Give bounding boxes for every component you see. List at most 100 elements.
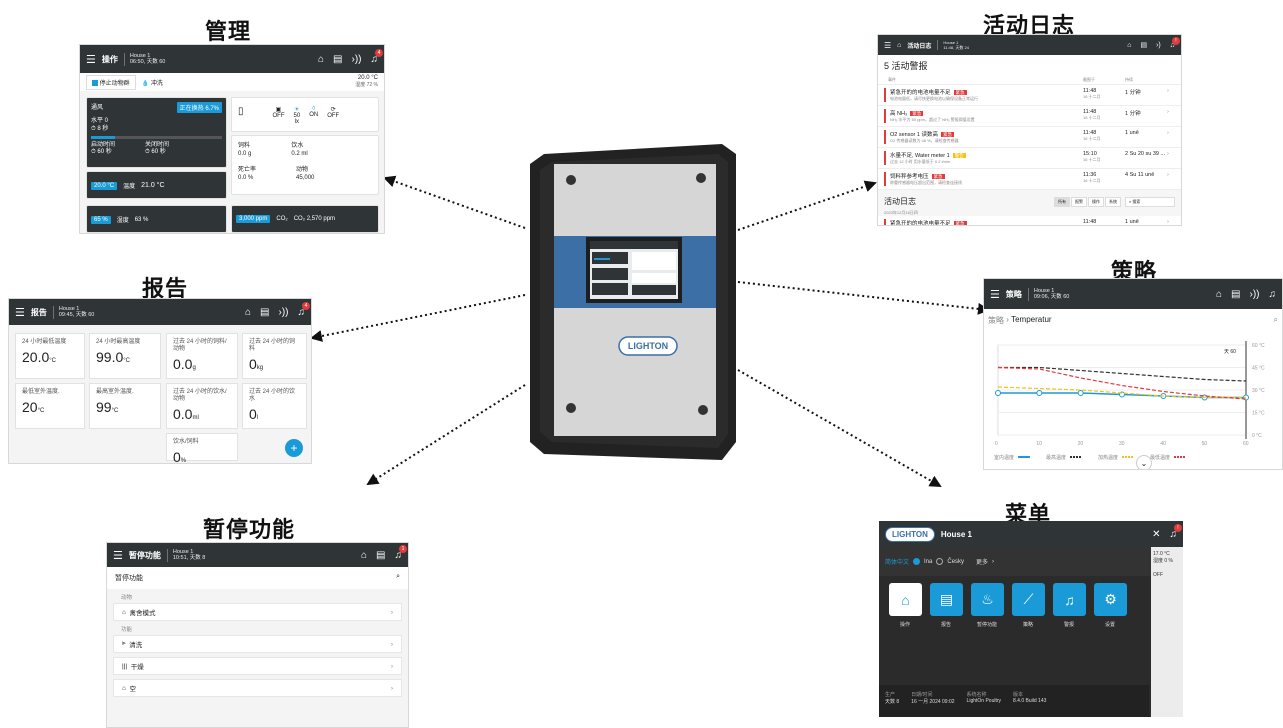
report-icon[interactable]: ▤: [260, 307, 269, 318]
menu-tile[interactable]: ⌂: [889, 583, 922, 616]
menu-tile[interactable]: ▤: [930, 583, 963, 616]
report-card[interactable]: 最高室外温度. 99°C: [89, 383, 161, 429]
search-icon[interactable]: ⌕: [396, 573, 400, 583]
bell-icon[interactable]: ♫ 4: [298, 301, 310, 318]
list-item-dry[interactable]: ||| 干燥 ›: [113, 657, 402, 675]
vent-badge: 正在换热 6.7%: [176, 102, 222, 113]
stop-flock-label: 停止动物群: [99, 80, 130, 87]
report-icon[interactable]: ▤: [1231, 289, 1240, 300]
side-hum: 湿度 0 %: [1153, 558, 1174, 564]
report-card-value: 0.0ml: [167, 403, 237, 425]
temperature-card[interactable]: 20.0 °C 温度 21.0 °C: [86, 171, 227, 199]
filter-tab[interactable]: 操作: [1088, 196, 1104, 207]
alarm-duration: 1 uně: [1125, 130, 1139, 136]
menu-tile[interactable]: ⚙: [1094, 583, 1127, 616]
ventilation-card[interactable]: 通风 正在换热 6.7% 水平 0 ⏱ 8 秒 启动时间 ⏱ 60 秒关闭时间 ⏱ 60…: [86, 97, 227, 168]
close-icon[interactable]: ✕: [1152, 529, 1160, 540]
chevron-right-icon: ›: [1167, 88, 1169, 94]
log-house-info: House 1 11:48, 天数 24: [937, 40, 969, 50]
signal-icon[interactable]: ›)): [352, 54, 362, 65]
radio-ina[interactable]: [913, 558, 921, 565]
stop-flock-button[interactable]: 停止动物群: [86, 74, 136, 90]
log-tag: 紧急: [953, 221, 967, 226]
chevron-right-icon: ›: [390, 662, 393, 670]
feed-value: 0.0 g: [238, 151, 252, 157]
home-icon[interactable]: ⌂: [361, 550, 367, 561]
menu-tile[interactable]: ♫: [1053, 583, 1086, 616]
report-card[interactable]: 24 小时最低温度 20.0°C: [15, 333, 85, 379]
expand-chevron-button[interactable]: ⌄: [1136, 455, 1152, 469]
menu-house: House 1: [940, 529, 972, 539]
alarm-row[interactable]: 紧急开的的电池电量不足 紧急 电池电量低，请尽快更换电池以确保设备正常运行 11:48…: [878, 85, 1181, 106]
bell-icon[interactable]: ♫ 1: [395, 544, 407, 561]
list-item-wash[interactable]: ⫸ 清洗 ›: [113, 635, 402, 653]
alarm-row[interactable]: 高 NH₃ 紧急 NH₃ 水平为 50 ppm，超过了 NH₃ 警报阈值设置 11:4…: [878, 106, 1181, 127]
bell-icon[interactable]: ♫ 4: [371, 48, 383, 65]
arrow-to-strategy: [737, 281, 990, 315]
alarm-row[interactable]: 饲料秤参考电压 紧急 称重传感器电压超出范围，请检查连接线 11:36 16 十二月 4 …: [878, 169, 1181, 190]
home-icon[interactable]: ⌂: [1216, 289, 1222, 300]
breadcrumb-root[interactable]: 策略: [988, 315, 1004, 326]
search-icon[interactable]: ⌕: [1274, 315, 1278, 326]
report-card[interactable]: 24 小时最高温度 99.0°C: [89, 333, 161, 379]
alarm-desc: 过去 12 小时 用水量低于 0.2 l/min: [890, 159, 951, 164]
col-time: 截图于: [1083, 77, 1095, 82]
signal-icon[interactable]: ›): [1156, 42, 1161, 49]
alarm-row[interactable]: 水量不足, Water meter 1 警告 过去 12 小时 用水量低于 0.2 …: [878, 148, 1181, 169]
log-search-input[interactable]: ⌕ 搜索: [1125, 196, 1175, 207]
section-animals: 动物: [121, 595, 133, 601]
report-menu-title: 报告: [30, 307, 47, 317]
bell-icon[interactable]: ♫: [1269, 289, 1277, 300]
alarm-duration: 2 Su 20 su 39 ...: [1125, 151, 1166, 157]
house-name: House 1: [58, 305, 80, 312]
more-link[interactable]: 更多: [976, 557, 988, 566]
flush-button[interactable]: 💧 冲洗: [142, 78, 163, 87]
bell-icon[interactable]: ♫!: [1170, 523, 1182, 540]
devices-card[interactable]: ▯ ▣ OFF ☀ 50 lx ◊ ON ⟳ OFF: [231, 97, 379, 132]
menu-tile[interactable]: ⟋: [1012, 583, 1045, 616]
chevron-right-icon: ›: [1167, 172, 1169, 178]
report-card[interactable]: 过去 24 小时的饲料 0kg: [242, 333, 307, 379]
alarm-row[interactable]: O2 sensor 1 读数高 紧急 O2 传感器读数为 48 %，请检查传感器 11…: [878, 127, 1181, 148]
add-fab-button[interactable]: +: [285, 439, 303, 457]
report-card[interactable]: 饮水/饲料 0%: [166, 433, 238, 463]
home-icon[interactable]: ⌂: [1127, 42, 1131, 49]
list-item-empty[interactable]: ⌂ 空 ›: [113, 679, 402, 697]
row-label: 禽舍模式: [129, 610, 156, 617]
feed-water-card[interactable]: 饲料 0.0 g 饮水 0.2 ml 死亡率 0.0 % 动物 45,000: [231, 135, 379, 195]
bell-icon[interactable]: ♫!: [1170, 36, 1180, 49]
co2-label: CO₂: [276, 216, 288, 222]
home-icon[interactable]: ⌂: [245, 307, 251, 318]
strategy-time: 09:06, 天数 60: [1033, 294, 1070, 300]
list-item-house-mode[interactable]: ⌂ 禽舍模式 ›: [113, 603, 402, 621]
co2-card[interactable]: 3,000 ppm CO₂ CO₂ 2,570 ppm: [231, 205, 379, 233]
humidity-card[interactable]: 65 % 湿度 63 %: [86, 205, 227, 233]
menu-tile[interactable]: ♨: [971, 583, 1004, 616]
filter-tab[interactable]: 报警: [1071, 196, 1087, 207]
home-icon[interactable]: ⌂: [318, 54, 324, 65]
filter-tab[interactable]: 系统: [1105, 196, 1121, 207]
radio-cesky[interactable]: [936, 558, 944, 565]
report-card[interactable]: 最低室外温度. 20°C: [15, 383, 85, 429]
log-title: 活动日志: [884, 197, 916, 206]
filter-tab[interactable]: 所有: [1054, 196, 1070, 207]
signal-icon[interactable]: ›)): [1250, 289, 1260, 300]
report-icon[interactable]: ▤: [376, 550, 385, 561]
report-card[interactable]: 过去 24 小时的饲料/动物 0.0g: [166, 333, 238, 379]
report-card[interactable]: 过去 24 小时的饮水/动物 0.0ml: [166, 383, 238, 429]
report-card[interactable]: 过去 24 小时的饮水 0l: [242, 383, 307, 429]
alarm-desc: O2 传感器读数为 48 %，请检查传感器: [890, 138, 959, 143]
hamburger-icon[interactable]: ☰: [86, 53, 96, 66]
hamburger-icon[interactable]: ☰: [15, 306, 25, 319]
pause-menu-title: 暂停功能: [128, 550, 161, 560]
report-icon[interactable]: ▤: [333, 54, 342, 65]
hamburger-icon[interactable]: ☰: [884, 41, 891, 50]
strategy-house-info: House 1 09:06, 天数 60: [1027, 287, 1070, 301]
report-icon[interactable]: ▤: [1140, 41, 1147, 49]
signal-icon[interactable]: ›)): [279, 307, 289, 318]
hamburger-icon[interactable]: ☰: [113, 549, 123, 562]
off-time-value: 60 秒: [151, 149, 166, 155]
hum-setpoint-chip: 65 %: [91, 215, 111, 224]
hamburger-icon[interactable]: ☰: [990, 288, 1000, 301]
log-row[interactable]: 紧急开的的电池电量不足 紧急 11:48 1 uně ›: [878, 216, 1181, 226]
